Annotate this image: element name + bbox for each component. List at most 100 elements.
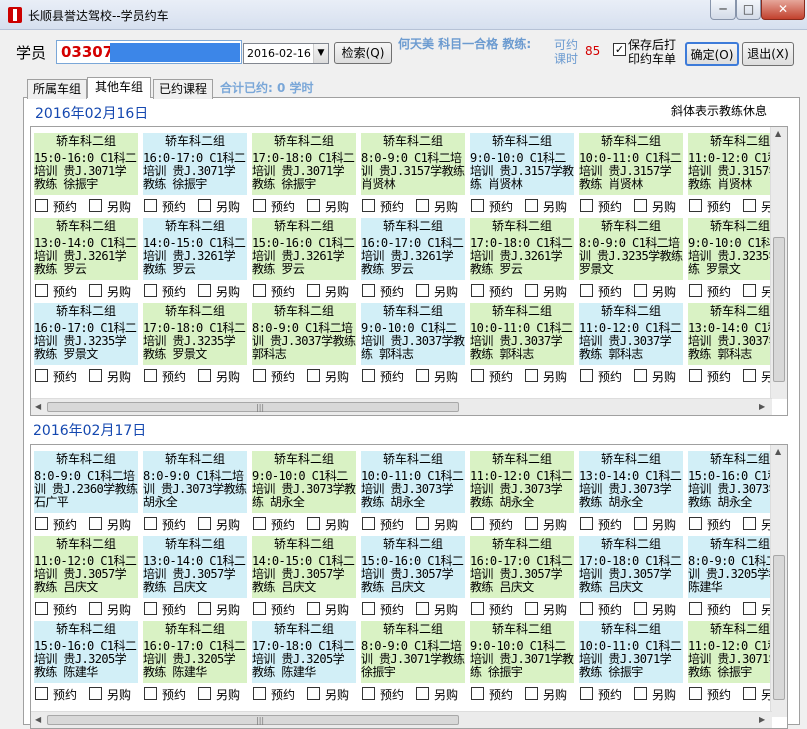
other-purchase-checkbox[interactable] <box>89 602 102 615</box>
other-purchase-checkbox[interactable] <box>743 687 756 700</box>
book-checkbox[interactable] <box>471 602 484 615</box>
other-purchase-checkbox[interactable] <box>89 199 102 212</box>
book-checkbox[interactable] <box>471 199 484 212</box>
scroll-left-icon[interactable]: ◀ <box>35 402 41 411</box>
other-purchase-checkbox[interactable] <box>416 199 429 212</box>
book-checkbox[interactable] <box>362 284 375 297</box>
other-purchase-checkbox[interactable] <box>634 284 647 297</box>
tab-other-group[interactable]: 其他车组 <box>87 77 151 98</box>
book-checkbox[interactable] <box>689 602 702 615</box>
book-checkbox[interactable] <box>35 602 48 615</box>
book-checkbox[interactable] <box>362 517 375 530</box>
exit-button[interactable]: 退出(X) <box>742 42 794 66</box>
tab-booked-lessons[interactable]: 已约课程 <box>153 79 213 99</box>
other-purchase-checkbox[interactable] <box>416 687 429 700</box>
other-purchase-checkbox[interactable] <box>198 517 211 530</box>
horizontal-scrollbar[interactable]: ◀ ||| ▶ <box>31 398 772 415</box>
other-purchase-checkbox[interactable] <box>416 369 429 382</box>
book-checkbox[interactable] <box>580 517 593 530</box>
other-purchase-checkbox[interactable] <box>634 602 647 615</box>
book-checkbox[interactable] <box>253 369 266 382</box>
book-checkbox[interactable] <box>689 284 702 297</box>
other-purchase-checkbox[interactable] <box>743 284 756 297</box>
other-purchase-checkbox[interactable] <box>525 284 538 297</box>
other-purchase-checkbox[interactable] <box>743 602 756 615</box>
book-checkbox[interactable] <box>144 602 157 615</box>
book-checkbox[interactable] <box>362 199 375 212</box>
other-purchase-checkbox[interactable] <box>416 284 429 297</box>
book-checkbox[interactable] <box>580 369 593 382</box>
book-checkbox[interactable] <box>580 687 593 700</box>
scroll-thumb[interactable]: ||| <box>47 715 459 725</box>
other-purchase-checkbox[interactable] <box>307 284 320 297</box>
book-checkbox[interactable] <box>253 517 266 530</box>
scroll-thumb[interactable]: ||| <box>47 402 459 412</box>
tab-own-group[interactable]: 所属车组 <box>27 79 87 99</box>
book-checkbox[interactable] <box>471 284 484 297</box>
other-purchase-checkbox[interactable] <box>307 687 320 700</box>
scroll-left-icon[interactable]: ◀ <box>35 715 41 724</box>
other-purchase-checkbox[interactable] <box>525 602 538 615</box>
search-button[interactable]: 检索(Q) <box>334 42 392 64</box>
book-checkbox[interactable] <box>35 517 48 530</box>
book-checkbox[interactable] <box>35 199 48 212</box>
book-checkbox[interactable] <box>35 687 48 700</box>
book-checkbox[interactable] <box>144 369 157 382</box>
book-checkbox[interactable] <box>362 687 375 700</box>
book-checkbox[interactable] <box>144 517 157 530</box>
book-checkbox[interactable] <box>689 199 702 212</box>
other-purchase-checkbox[interactable] <box>525 369 538 382</box>
book-checkbox[interactable] <box>580 602 593 615</box>
vertical-scrollbar[interactable]: ▲ <box>770 127 787 399</box>
scroll-thumb[interactable] <box>773 555 785 700</box>
other-purchase-checkbox[interactable] <box>634 369 647 382</box>
close-button[interactable]: ✕ <box>761 0 805 20</box>
scroll-up-icon[interactable]: ▲ <box>775 129 781 138</box>
other-purchase-checkbox[interactable] <box>634 687 647 700</box>
book-checkbox[interactable] <box>362 369 375 382</box>
other-purchase-checkbox[interactable] <box>743 517 756 530</box>
other-purchase-checkbox[interactable] <box>743 199 756 212</box>
other-purchase-checkbox[interactable] <box>307 517 320 530</box>
other-purchase-checkbox[interactable] <box>198 687 211 700</box>
book-checkbox[interactable] <box>144 687 157 700</box>
minimize-button[interactable]: ─ <box>710 0 736 20</box>
book-checkbox[interactable] <box>689 517 702 530</box>
book-checkbox[interactable] <box>253 284 266 297</box>
horizontal-scrollbar[interactable]: ◀ ||| ▶ <box>31 711 772 728</box>
confirm-button[interactable]: 确定(O) <box>685 42 739 66</box>
book-checkbox[interactable] <box>253 199 266 212</box>
book-checkbox[interactable] <box>35 369 48 382</box>
other-purchase-checkbox[interactable] <box>634 199 647 212</box>
other-purchase-checkbox[interactable] <box>198 602 211 615</box>
book-checkbox[interactable] <box>471 687 484 700</box>
book-checkbox[interactable] <box>580 199 593 212</box>
other-purchase-checkbox[interactable] <box>198 284 211 297</box>
book-checkbox[interactable] <box>35 284 48 297</box>
other-purchase-checkbox[interactable] <box>416 517 429 530</box>
scroll-thumb[interactable] <box>773 237 785 382</box>
other-purchase-checkbox[interactable] <box>89 284 102 297</box>
other-purchase-checkbox[interactable] <box>89 517 102 530</box>
other-purchase-checkbox[interactable] <box>89 687 102 700</box>
other-purchase-checkbox[interactable] <box>307 602 320 615</box>
maximize-button[interactable]: □ <box>736 0 761 20</box>
book-checkbox[interactable] <box>253 687 266 700</box>
book-checkbox[interactable] <box>580 284 593 297</box>
other-purchase-checkbox[interactable] <box>634 517 647 530</box>
other-purchase-checkbox[interactable] <box>198 199 211 212</box>
book-checkbox[interactable] <box>362 602 375 615</box>
other-purchase-checkbox[interactable] <box>743 369 756 382</box>
scroll-up-icon[interactable]: ▲ <box>775 447 781 456</box>
book-checkbox[interactable] <box>689 687 702 700</box>
other-purchase-checkbox[interactable] <box>307 199 320 212</box>
book-checkbox[interactable] <box>144 284 157 297</box>
chevron-down-icon[interactable]: ▼ <box>313 44 328 63</box>
print-after-save-checkbox[interactable]: ✓ <box>613 43 626 56</box>
scroll-right-icon[interactable]: ▶ <box>759 715 765 724</box>
scroll-right-icon[interactable]: ▶ <box>759 402 765 411</box>
other-purchase-checkbox[interactable] <box>198 369 211 382</box>
vertical-scrollbar[interactable]: ▲ <box>770 445 787 717</box>
other-purchase-checkbox[interactable] <box>525 517 538 530</box>
other-purchase-checkbox[interactable] <box>89 369 102 382</box>
